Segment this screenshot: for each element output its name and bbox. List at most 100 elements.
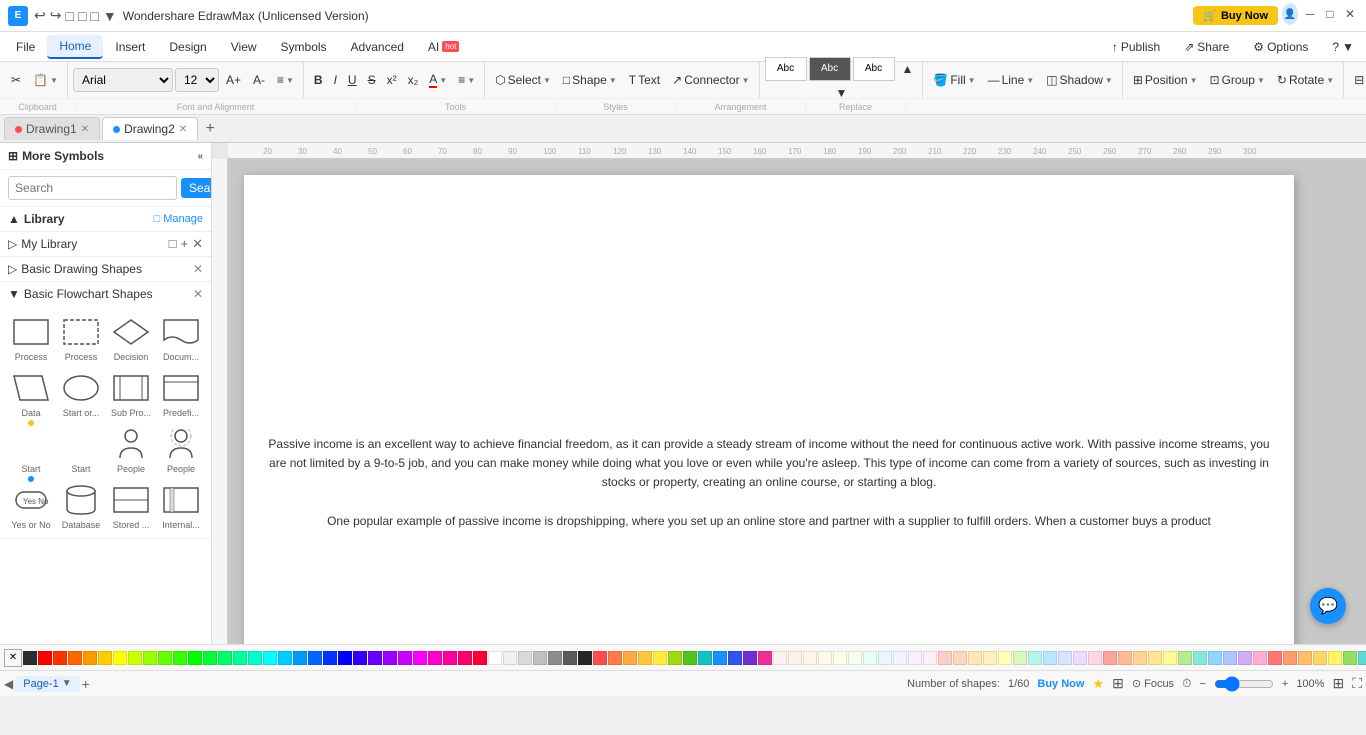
italic-button[interactable]: I — [329, 69, 342, 91]
star-icon[interactable]: ★ — [1092, 676, 1104, 692]
style-scroll-down[interactable]: ▼ — [831, 82, 853, 104]
my-library-close-icon[interactable]: ✕ — [192, 236, 203, 252]
color-swatch[interactable] — [1253, 651, 1267, 665]
sidebar-collapse-button[interactable]: « — [197, 151, 203, 162]
color-swatch[interactable] — [1358, 651, 1366, 665]
search-button[interactable]: Search — [181, 178, 212, 198]
menu-insert[interactable]: Insert — [103, 36, 157, 58]
color-swatch[interactable] — [1328, 651, 1342, 665]
menu-file[interactable]: File — [4, 36, 47, 58]
connector-button[interactable]: ↗ Connector ▼ — [667, 69, 754, 91]
shape-people-2[interactable]: People — [158, 424, 204, 476]
color-swatch[interactable] — [1343, 651, 1357, 665]
color-swatch[interactable] — [818, 651, 832, 665]
color-swatch[interactable] — [158, 651, 172, 665]
color-swatch[interactable] — [383, 651, 397, 665]
page-add-button[interactable]: + — [82, 676, 90, 692]
color-swatch[interactable] — [188, 651, 202, 665]
color-swatch[interactable] — [953, 651, 967, 665]
open-icon[interactable]: □ — [78, 8, 86, 24]
font-size-select[interactable]: 12 — [175, 68, 219, 92]
superscript-button[interactable]: x² — [382, 69, 402, 91]
color-swatch[interactable] — [608, 651, 622, 665]
focus-button[interactable]: ⊙ Focus — [1132, 677, 1174, 690]
color-swatch[interactable] — [803, 651, 817, 665]
color-swatch[interactable] — [53, 651, 67, 665]
shape-people-1[interactable]: People — [108, 424, 154, 476]
shape-process-2[interactable]: Process — [58, 312, 104, 364]
help-button[interactable]: ? ▼ — [1324, 37, 1362, 57]
color-swatch[interactable] — [938, 651, 952, 665]
color-swatch[interactable] — [548, 651, 562, 665]
options-button[interactable]: ⚙ Options — [1245, 37, 1316, 57]
color-swatch[interactable] — [488, 651, 502, 665]
color-swatch[interactable] — [1238, 651, 1252, 665]
color-swatch[interactable] — [833, 651, 847, 665]
select-button[interactable]: ⬡ Select ▼ — [490, 69, 556, 91]
color-swatch[interactable] — [323, 651, 337, 665]
fill-button[interactable]: 🪣 Fill ▼ — [928, 69, 980, 91]
paste-button[interactable]: 📋 ▼ — [28, 69, 63, 91]
shape-start-circle-2[interactable]: Start — [58, 424, 104, 476]
color-swatch[interactable] — [863, 651, 877, 665]
color-swatch[interactable] — [428, 651, 442, 665]
color-swatch[interactable] — [23, 651, 37, 665]
align-button[interactable]: ≡ ▼ — [272, 69, 299, 91]
color-swatch[interactable] — [848, 651, 862, 665]
color-swatch[interactable] — [923, 651, 937, 665]
shape-predefined[interactable]: Predefi... — [158, 368, 204, 420]
color-swatch[interactable] — [233, 651, 247, 665]
color-swatch[interactable] — [728, 651, 742, 665]
page-nav-left-icon[interactable]: ◀ — [4, 677, 13, 691]
color-swatch[interactable] — [1043, 651, 1057, 665]
color-swatch[interactable] — [1208, 651, 1222, 665]
color-swatch[interactable] — [533, 651, 547, 665]
share-button[interactable]: ⇗ Share — [1176, 37, 1237, 57]
basic-flowchart-shapes-close[interactable]: ✕ — [193, 287, 203, 301]
color-swatch[interactable] — [1298, 651, 1312, 665]
subscript-button[interactable]: x₂ — [403, 69, 424, 91]
strikethrough-button[interactable]: S — [363, 69, 381, 91]
color-swatch[interactable] — [563, 651, 577, 665]
new-icon[interactable]: □ — [65, 8, 73, 24]
rotate-button[interactable]: ↻ Rotate ▼ — [1272, 69, 1339, 91]
align-shapes-button[interactable]: ⊟ Align ▼ — [1349, 69, 1366, 91]
color-swatch[interactable] — [173, 651, 187, 665]
color-swatch[interactable] — [653, 651, 667, 665]
color-swatch[interactable] — [218, 651, 232, 665]
style-scroll-up[interactable]: ▲ — [897, 57, 919, 81]
color-swatch[interactable] — [113, 651, 127, 665]
group-button[interactable]: ⊡ Group ▼ — [1205, 69, 1270, 91]
menu-symbols[interactable]: Symbols — [269, 36, 339, 58]
color-swatch[interactable] — [1223, 651, 1237, 665]
color-swatch[interactable] — [248, 651, 262, 665]
color-swatch[interactable] — [893, 651, 907, 665]
color-swatch[interactable] — [1118, 651, 1132, 665]
color-swatch[interactable] — [338, 651, 352, 665]
style-abc-3[interactable]: Abc — [853, 57, 895, 81]
color-swatch[interactable] — [1163, 651, 1177, 665]
my-library-edit-icon[interactable]: □ — [169, 236, 177, 252]
shape-decision[interactable]: Decision — [108, 312, 154, 364]
color-swatch[interactable] — [1103, 651, 1117, 665]
style-abc-1[interactable]: Abc — [765, 57, 807, 81]
font-decrease-button[interactable]: A- — [248, 69, 270, 91]
basic-flowchart-shapes-header[interactable]: ▼ Basic Flowchart Shapes ✕ — [0, 282, 211, 306]
fit-page-button[interactable]: ⊞ — [1332, 675, 1344, 692]
shape-button[interactable]: □ Shape ▼ — [558, 69, 622, 91]
basic-drawing-shapes-close[interactable]: ✕ — [193, 262, 203, 276]
shape-document[interactable]: Docum... — [158, 312, 204, 364]
color-swatch[interactable] — [1028, 651, 1042, 665]
minimize-button[interactable]: ─ — [1302, 6, 1318, 22]
color-swatch[interactable] — [293, 651, 307, 665]
my-library-expand-icon[interactable]: ▷ — [8, 237, 17, 251]
shape-database[interactable]: Database — [58, 480, 104, 532]
color-swatch[interactable] — [998, 651, 1012, 665]
color-swatch[interactable] — [968, 651, 982, 665]
color-swatch[interactable] — [413, 651, 427, 665]
page-tab-1[interactable]: Page-1 ▼ — [15, 676, 79, 692]
shape-stored[interactable]: Stored ... — [108, 480, 154, 532]
color-swatch[interactable] — [683, 651, 697, 665]
color-swatch[interactable] — [698, 651, 712, 665]
bold-button[interactable]: B — [309, 69, 328, 91]
